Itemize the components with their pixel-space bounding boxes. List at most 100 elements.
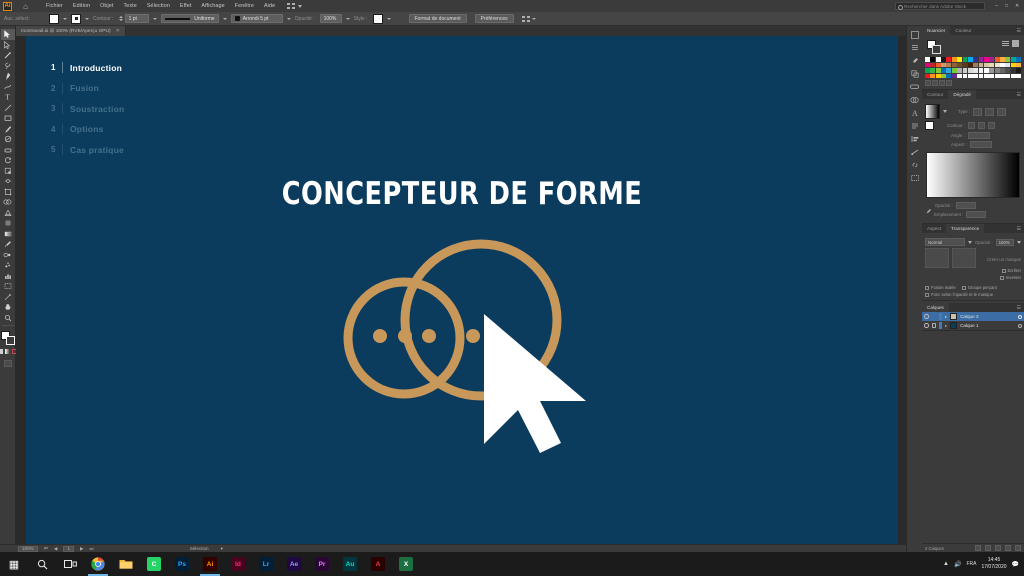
scale-tool[interactable] xyxy=(1,166,15,177)
color-swatch[interactable] xyxy=(930,68,936,73)
swatch-libraries-icon[interactable] xyxy=(925,80,931,86)
lightroom-app[interactable]: Lr xyxy=(252,552,280,576)
network-icon[interactable]: ▲ xyxy=(943,561,949,567)
color-swatch[interactable] xyxy=(989,68,995,73)
tab-transparence[interactable]: Transparence xyxy=(946,224,985,233)
table-row[interactable]: ▸ Calque 1 xyxy=(922,321,1024,330)
paragraph-icon[interactable] xyxy=(909,121,921,131)
thumbnail-preview[interactable] xyxy=(925,248,949,268)
knockout-group-checkbox[interactable] xyxy=(961,285,966,290)
menu-effet[interactable]: Effet xyxy=(180,3,192,9)
tab-couleur[interactable]: Couleur xyxy=(950,26,976,35)
color-swatch[interactable] xyxy=(962,73,968,78)
language-indicator[interactable]: FRA xyxy=(966,561,976,567)
graphic-style-swatch[interactable] xyxy=(372,13,383,24)
direct-selection-tool[interactable] xyxy=(1,40,15,51)
chrome-app[interactable] xyxy=(84,552,112,576)
color-swatch[interactable] xyxy=(957,68,963,73)
gradient-aspect-field[interactable] xyxy=(969,141,992,148)
shaper-tool[interactable] xyxy=(1,134,15,145)
panel-menu-icon[interactable]: ☰ xyxy=(1014,224,1024,233)
visibility-icon[interactable] xyxy=(924,323,929,328)
tab-nuancier[interactable]: Nuancier xyxy=(922,26,951,35)
locate-object-icon[interactable] xyxy=(975,545,981,551)
color-swatch[interactable] xyxy=(983,73,989,78)
color-swatch[interactable] xyxy=(978,73,984,78)
color-swatch[interactable] xyxy=(1005,73,1011,78)
color-swatch[interactable] xyxy=(978,57,984,62)
color-swatch[interactable] xyxy=(983,68,989,73)
fill-chevron-down-icon[interactable] xyxy=(63,17,67,20)
color-swatch[interactable] xyxy=(1010,73,1016,78)
gradient-opacity-field[interactable] xyxy=(955,202,976,209)
align-icon[interactable] xyxy=(909,134,921,144)
list-view-icon[interactable] xyxy=(1002,40,1009,47)
stroke-gradient-across-button[interactable] xyxy=(988,122,996,129)
color-swatch[interactable] xyxy=(973,68,979,73)
color-swatch[interactable] xyxy=(946,57,952,62)
acrobat-app[interactable]: A xyxy=(364,552,392,576)
color-swatch[interactable] xyxy=(994,73,1000,78)
artboard[interactable]: 1 Introduction 2 Fusion 3 Soustraction 4 xyxy=(26,36,898,552)
color-swatch[interactable] xyxy=(967,73,973,78)
color-mode-button[interactable] xyxy=(0,349,3,354)
color-swatch[interactable] xyxy=(962,68,968,73)
chevron-down-icon[interactable] xyxy=(298,4,303,8)
color-swatch[interactable] xyxy=(962,62,968,67)
color-swatch[interactable] xyxy=(1016,62,1021,67)
expand-chevron-icon[interactable]: ▸ xyxy=(945,314,947,319)
color-swatch[interactable] xyxy=(925,73,930,78)
color-swatch[interactable] xyxy=(946,62,952,67)
messaging-app[interactable]: C xyxy=(140,552,168,576)
color-swatch[interactable] xyxy=(1010,57,1016,62)
document-tab[interactable]: montravail.ai @ 100% (RVB/Aperçu GPU) ✕ xyxy=(16,26,126,36)
tab-aspect[interactable]: Aspect xyxy=(922,224,946,233)
excel-app[interactable]: X xyxy=(392,552,420,576)
stroke-chevron-down-icon[interactable] xyxy=(85,17,89,20)
links-icon[interactable] xyxy=(909,160,921,170)
gradient-preview-swatch[interactable] xyxy=(925,104,940,119)
menu-affichage[interactable]: Affichage xyxy=(201,3,224,9)
stroke-swatch[interactable] xyxy=(932,45,941,54)
align-chevron-down-icon[interactable] xyxy=(531,17,536,20)
color-swatch[interactable] xyxy=(941,73,946,78)
invert-checkbox[interactable] xyxy=(999,275,1004,280)
color-swatch[interactable] xyxy=(1016,68,1021,73)
style-chevron-down-icon[interactable] xyxy=(386,17,391,20)
artboard-nav-next[interactable]: ▶ xyxy=(80,546,84,552)
eyedropper-tool[interactable] xyxy=(1,239,15,250)
minimize-button[interactable]: – xyxy=(995,3,1000,9)
color-swatch[interactable] xyxy=(930,62,936,67)
artboard-nav-prev[interactable]: ◀ xyxy=(54,546,58,552)
stroke-gradient-along-button[interactable] xyxy=(978,122,986,129)
stroke-weight-chevron-down-icon[interactable] xyxy=(152,17,157,20)
volume-icon[interactable]: 🔊 xyxy=(954,561,961,568)
blend-mode-dropdown[interactable]: Normal xyxy=(925,238,965,246)
color-swatch[interactable] xyxy=(994,62,1000,67)
color-swatch[interactable] xyxy=(930,57,936,62)
linear-gradient-button[interactable] xyxy=(972,107,982,116)
target-icon[interactable] xyxy=(1018,314,1022,319)
color-swatch[interactable] xyxy=(930,73,936,78)
lasso-tool[interactable] xyxy=(1,61,15,72)
layer-name[interactable]: Calque 1 xyxy=(960,323,978,328)
color-swatch[interactable] xyxy=(1005,68,1011,73)
color-swatch[interactable] xyxy=(935,68,941,73)
create-layer-icon[interactable] xyxy=(1005,545,1011,551)
color-swatch[interactable] xyxy=(951,73,957,78)
fill-color-swatch[interactable] xyxy=(49,13,59,24)
color-swatch[interactable] xyxy=(983,57,989,62)
audition-app[interactable]: Au xyxy=(336,552,364,576)
search-input[interactable]: Rechercher dans Adobe Stock xyxy=(895,2,985,10)
color-swatch[interactable] xyxy=(957,73,963,78)
type-tool[interactable]: T xyxy=(1,92,15,103)
menu-fenetre[interactable]: Fenêtre xyxy=(235,3,254,9)
gradient-position-field[interactable] xyxy=(966,211,987,218)
color-swatch[interactable] xyxy=(951,68,957,73)
delete-swatch-icon[interactable] xyxy=(946,80,952,86)
clock[interactable]: 14:45 17/07/2020 xyxy=(981,557,1006,571)
free-transform-tool[interactable] xyxy=(1,187,15,198)
gradient-tool[interactable] xyxy=(1,229,15,240)
shape-builder-tool[interactable] xyxy=(1,197,15,208)
color-swatch[interactable] xyxy=(1000,73,1005,78)
